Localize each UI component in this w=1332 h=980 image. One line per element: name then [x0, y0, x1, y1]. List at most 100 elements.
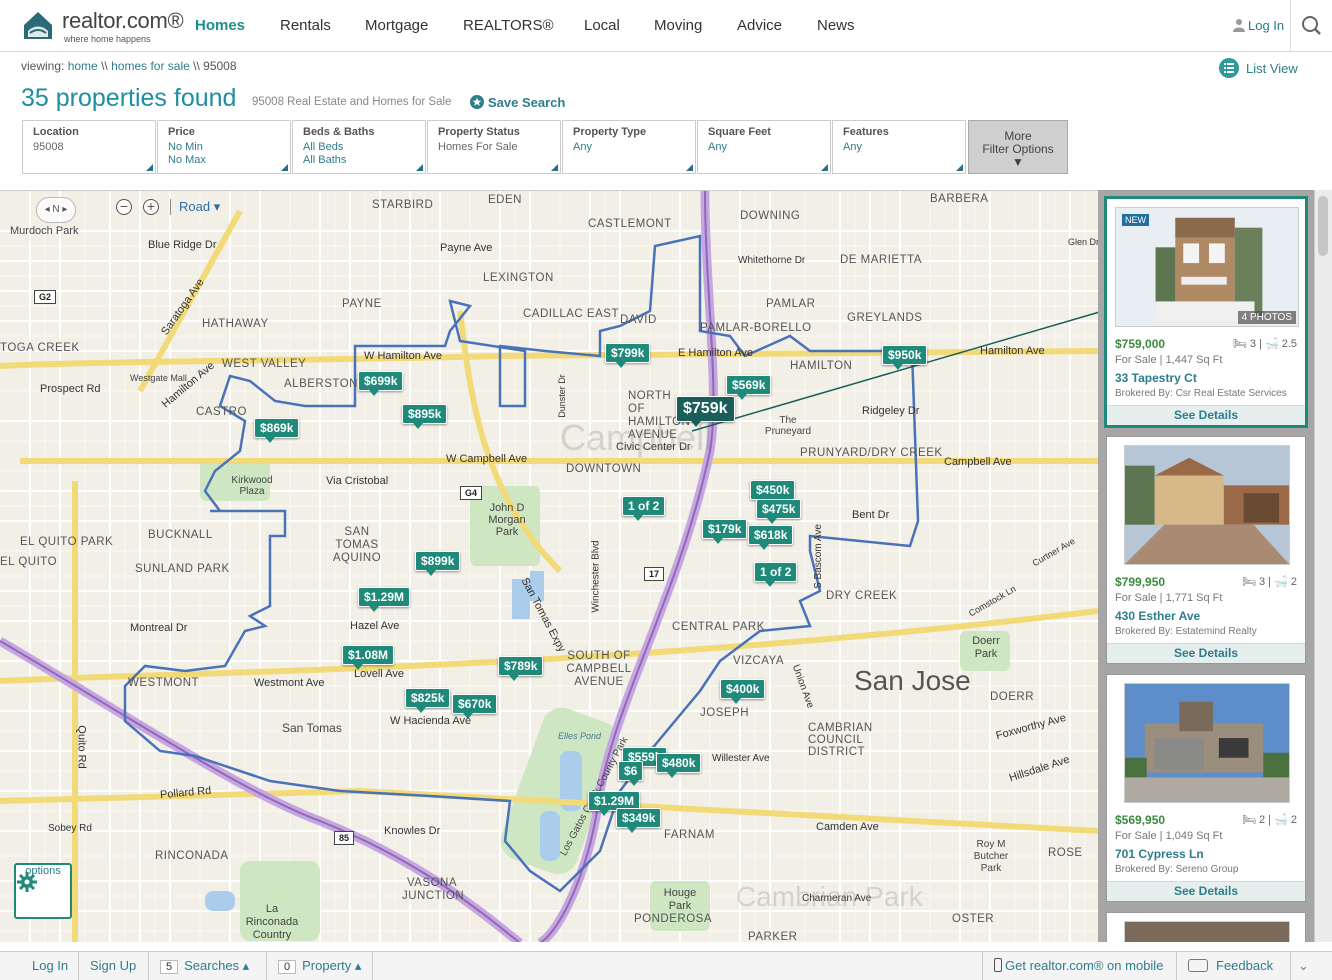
place-label: Bucknall	[148, 529, 213, 541]
filter-price[interactable]: Price No Min No Max	[157, 120, 291, 174]
save-search-button[interactable]: Save Search	[470, 95, 565, 110]
beds-baths: 🛏 2 | 🛁 2	[1241, 814, 1297, 826]
listing-card-selected[interactable]: NEW 4 PHOTOS $759,000 🛏 3 | 🛁 2.5 For Sa…	[1104, 196, 1308, 428]
nav-news[interactable]: News	[817, 17, 855, 34]
price-pin[interactable]: $895k	[402, 404, 448, 429]
realtor-logo[interactable]: realtor.com® where home happens	[20, 6, 184, 46]
footer-mobile-link[interactable]: Get realtor.com® on mobile	[994, 958, 1163, 973]
price-pin[interactable]: $670k	[452, 694, 498, 719]
see-details-button[interactable]: See Details	[1107, 881, 1305, 901]
place-label: Rinconada	[155, 850, 229, 862]
listing-card[interactable]: $799,950 🛏 3 | 🛁 2 For Sale | 1,771 Sq F…	[1106, 436, 1306, 664]
road-label: Sobey Rd	[48, 823, 92, 834]
filter-square-feet[interactable]: Square Feet Any	[697, 120, 831, 174]
footer-feedback-button[interactable]: Feedback	[1188, 958, 1273, 973]
filter-beds-baths[interactable]: Beds & Baths All Beds All Baths	[292, 120, 426, 174]
price-pin[interactable]: $618k	[748, 525, 794, 550]
price-pin-reduced[interactable]: $950k	[882, 345, 928, 370]
price-pin-reduced[interactable]: $6	[618, 761, 644, 786]
footer-login[interactable]: Log In	[32, 958, 68, 973]
listing-photo[interactable]	[1124, 921, 1290, 942]
listing-card[interactable]: $569,950 🛏 2 | 🛁 2 For Sale | 1,049 Sq F…	[1106, 674, 1306, 902]
cluster-pin[interactable]: 1 of 2	[754, 562, 798, 587]
zoom-in-button[interactable]: +	[143, 199, 159, 215]
price-pin[interactable]: $569k	[726, 375, 772, 400]
bath-count: 2	[1290, 814, 1297, 826]
listing-photo[interactable]	[1124, 683, 1290, 803]
cards-scrollbar[interactable]	[1314, 190, 1332, 942]
nav-homes[interactable]: Homes	[195, 17, 245, 34]
listing-card-partial[interactable]	[1106, 912, 1306, 942]
nav-moving[interactable]: Moving	[654, 17, 702, 34]
place-label: Roy M Butcher Park	[973, 839, 1009, 874]
price-pin[interactable]: $899k	[415, 551, 461, 576]
nav-rentals[interactable]: Rentals	[280, 17, 331, 34]
listing-address[interactable]: 33 Tapestry Ct	[1115, 371, 1197, 385]
filter-features[interactable]: Features Any	[832, 120, 966, 174]
place-label: Dry Creek	[826, 590, 898, 602]
place-label: Hamilton	[790, 360, 853, 372]
page-title: 35 properties found	[21, 84, 237, 112]
zoom-out-button[interactable]: −	[116, 199, 132, 215]
see-details-button[interactable]: See Details	[1107, 405, 1305, 425]
place-label: Cadillac East	[523, 308, 619, 320]
price-pin[interactable]: $400k	[720, 679, 766, 704]
nav-realtors[interactable]: REALTORS®	[463, 17, 554, 34]
listing-photo[interactable]	[1124, 445, 1290, 565]
price-pin[interactable]: $699k	[358, 371, 404, 396]
search-button[interactable]	[1290, 0, 1332, 52]
price-pin[interactable]: $475k	[756, 499, 802, 524]
listing-photo[interactable]: NEW 4 PHOTOS	[1115, 207, 1299, 327]
cluster-pin[interactable]: 1 of 2	[622, 496, 666, 521]
listing-address[interactable]: 430 Esther Ave	[1115, 609, 1200, 623]
breadcrumb-homes-for-sale[interactable]: homes for sale	[111, 59, 190, 73]
beds-baths: 🛏 3 | 🛁 2.5	[1232, 338, 1297, 350]
place-label: Greylands	[847, 312, 923, 324]
mobile-label: Get realtor.com® on mobile	[1005, 958, 1164, 973]
price-pin[interactable]: $480k	[656, 753, 702, 778]
filter-location[interactable]: Location 95008	[22, 120, 156, 174]
scrollbar-thumb[interactable]	[1318, 196, 1328, 256]
filter-property-status[interactable]: Property Status Homes For Sale	[427, 120, 561, 174]
breadcrumb-home[interactable]: home	[68, 59, 98, 73]
road-label: Winchester Blvd	[590, 540, 602, 613]
search-icon	[1302, 16, 1321, 35]
road-label: W Hacienda Ave	[390, 715, 472, 727]
map-options-button[interactable]: options	[14, 863, 72, 919]
place-label: Joseph	[700, 707, 750, 719]
nav-advice[interactable]: Advice	[737, 17, 782, 34]
chevron-down-icon[interactable]: ⌄	[1298, 958, 1309, 974]
footer-property-button[interactable]: 0 Property ▴	[278, 958, 361, 974]
new-badge: NEW	[1122, 214, 1149, 226]
dropdown-corner-icon	[956, 164, 963, 171]
map-canvas[interactable]: Murdoch Park Blue Ridge Dr Saratoga Ave …	[0, 190, 1098, 942]
nav-mortgage[interactable]: Mortgage	[365, 17, 428, 34]
footer-searches-button[interactable]: 5 Searches ▴	[160, 958, 249, 974]
filter-property-type[interactable]: Property Type Any	[562, 120, 696, 174]
listing-price: $569,950	[1115, 813, 1166, 827]
listing-address[interactable]: 701 Cypress Ln	[1115, 847, 1204, 861]
price-pin[interactable]: $789k	[498, 656, 544, 681]
bed-icon: 🛏	[1241, 576, 1256, 588]
place-label: Oster	[952, 913, 995, 925]
price-pin[interactable]: $450k	[750, 480, 796, 505]
road-label: Payne Ave	[440, 242, 493, 254]
price-pin[interactable]: $799k	[605, 343, 651, 368]
place-label: San Tomas Aquino	[332, 526, 382, 564]
login-link[interactable]: Log In	[1248, 18, 1284, 33]
price-pin[interactable]: $1.29M	[358, 587, 411, 612]
place-label: Murdoch Park	[10, 225, 79, 237]
price-pin[interactable]: $349k	[616, 808, 662, 833]
more-filter-options-button[interactable]: More Filter Options ▼	[968, 120, 1068, 174]
footer-signup[interactable]: Sign Up	[90, 958, 136, 973]
nav-local[interactable]: Local	[584, 17, 620, 34]
listing-sqft: 1,771 Sq Ft	[1165, 592, 1223, 604]
price-pin[interactable]: $869k	[254, 418, 300, 443]
map-type-dropdown[interactable]: Road ▾	[170, 199, 220, 215]
price-pin-selected[interactable]: $759k	[676, 396, 735, 427]
price-pin[interactable]: $825k	[405, 688, 451, 713]
compass-control[interactable]: ◂ N ▸	[36, 197, 76, 223]
price-pin[interactable]: $1.08M	[342, 645, 395, 670]
price-pin[interactable]: $179k	[702, 519, 748, 544]
see-details-button[interactable]: See Details	[1107, 643, 1305, 663]
